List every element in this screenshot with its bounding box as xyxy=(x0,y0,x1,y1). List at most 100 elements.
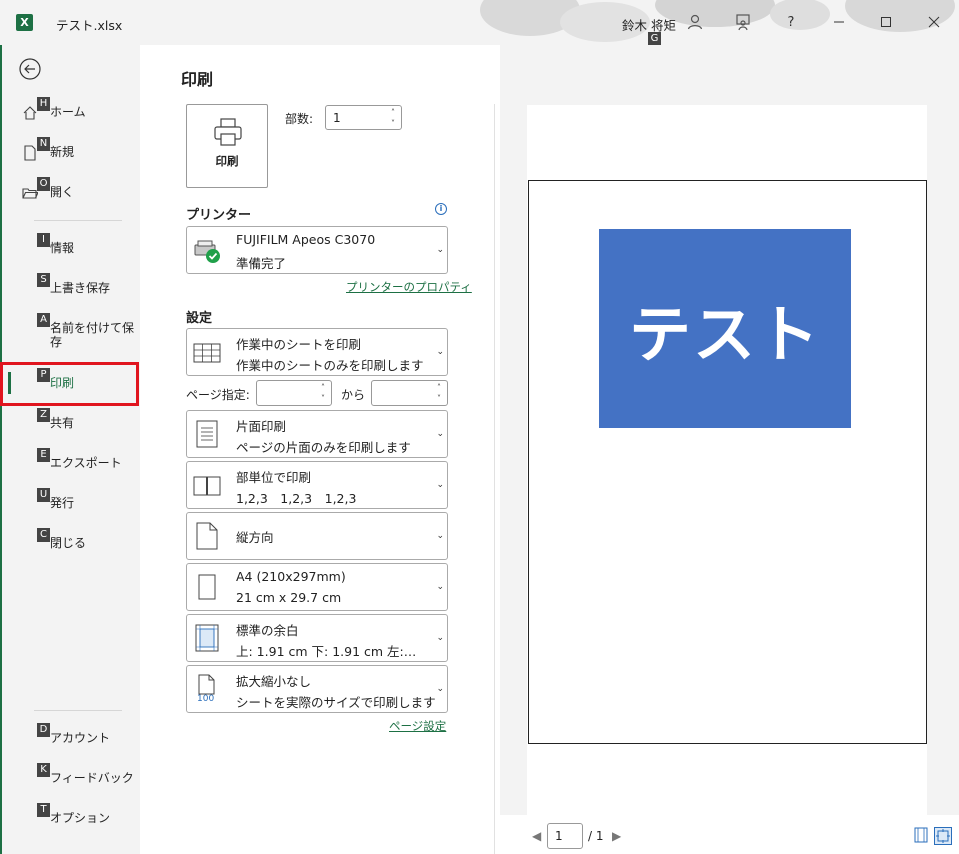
pages-to-label: から xyxy=(341,388,366,402)
collated-pages-icon xyxy=(193,476,221,496)
sidebar-item-label: 上書き保存 xyxy=(50,281,111,295)
collation-dropdown[interactable]: 部単位で印刷 1,2,3 1,2,3 1,2,3 ⌄ xyxy=(186,461,448,509)
zoom-to-page-icon[interactable] xyxy=(934,827,952,845)
scaling-title: 拡大縮小なし xyxy=(236,674,312,689)
sidebar-item-feedback[interactable]: K フィードバック xyxy=(6,759,140,795)
sidebar-item-label: 開く xyxy=(50,185,75,199)
paper-size-icon xyxy=(198,574,216,600)
sidebar-item-label: オプション xyxy=(50,811,111,825)
avatar-icon[interactable] xyxy=(683,10,707,34)
sidebar-item-home[interactable]: H ホーム xyxy=(6,93,140,129)
spin-arrows-icon[interactable]: ˄ ˅ xyxy=(434,382,444,404)
keytip: U xyxy=(37,488,50,502)
sidebar-item-open[interactable]: O 開く xyxy=(6,173,140,209)
one-sided-page-icon xyxy=(196,420,218,448)
collation-title: 部単位で印刷 xyxy=(236,470,312,485)
keytip: K xyxy=(37,763,50,777)
minimize-icon[interactable] xyxy=(827,10,851,34)
sidebar-item-label: 共有 xyxy=(50,416,75,430)
info-icon[interactable]: i xyxy=(435,203,447,215)
show-margins-icon[interactable] xyxy=(913,827,931,845)
title-bar: X テスト.xlsx 鈴木 将矩 G ? xyxy=(0,0,959,46)
copies-value: 1 xyxy=(333,111,341,125)
sides-title: 片面印刷 xyxy=(236,419,287,434)
printer-icon xyxy=(214,118,242,146)
keytip: O xyxy=(37,177,50,191)
sidebar-item-info[interactable]: I 情報 xyxy=(6,229,140,265)
sides-dropdown[interactable]: 片面印刷 ページの片面のみを印刷します ⌄ xyxy=(186,410,448,458)
chevron-down-icon: ⌄ xyxy=(436,480,444,490)
print-button[interactable]: 印刷 xyxy=(186,104,268,188)
chevron-down-icon: ⌄ xyxy=(436,633,444,643)
close-icon[interactable] xyxy=(922,10,946,34)
keytip: T xyxy=(37,803,50,817)
keytip: C xyxy=(37,528,50,542)
page-setup-link[interactable]: ページ設定 xyxy=(389,718,446,734)
page-title: 印刷 xyxy=(181,70,214,89)
printer-ready-icon xyxy=(194,240,220,263)
sidebar-item-save-as[interactable]: A 名前を付けて保存 xyxy=(6,309,140,353)
margins-icon xyxy=(195,624,219,652)
print-what-title: 作業中のシートを印刷 xyxy=(236,337,362,352)
excel-icon: X xyxy=(16,14,33,31)
orientation-dropdown[interactable]: 縦方向 ⌄ xyxy=(186,512,448,560)
sidebar-item-save[interactable]: S 上書き保存 xyxy=(6,269,140,305)
keytip: E xyxy=(37,448,50,462)
sidebar-item-label: 情報 xyxy=(50,241,75,255)
back-arrow-icon[interactable] xyxy=(18,57,42,81)
sidebar-item-close[interactable]: C 閉じる xyxy=(6,524,140,560)
print-what-desc: 作業中のシートのみを印刷します xyxy=(236,358,424,373)
active-item-highlight xyxy=(0,362,139,406)
preview-shape: テスト xyxy=(599,229,851,428)
sheet-grid-icon xyxy=(193,343,221,363)
keytip: D xyxy=(37,723,50,737)
help-button[interactable]: ? xyxy=(779,10,803,34)
sidebar-item-label: エクスポート xyxy=(50,456,122,470)
feedback-icon[interactable] xyxy=(731,10,755,34)
current-page-input[interactable]: 1 xyxy=(547,823,583,849)
scaling-percent-label: 100 xyxy=(197,694,215,704)
spin-arrows-icon[interactable]: ˄ ˅ xyxy=(318,382,328,404)
pages-to-input[interactable]: ˄ ˅ xyxy=(371,380,448,406)
paper-size-desc: 21 cm x 29.7 cm xyxy=(236,590,342,605)
sidebar-item-new[interactable]: N 新規 xyxy=(6,133,140,169)
spin-arrows-icon[interactable]: ˄ ˅ xyxy=(388,107,398,129)
scaling-dropdown[interactable]: 100 拡大縮小なし シートを実際のサイズで印刷します ⌄ xyxy=(186,665,448,713)
keytip: Z xyxy=(37,408,50,422)
sidebar-item-account[interactable]: D アカウント xyxy=(6,719,140,755)
paper-size-dropdown[interactable]: A4 (210x297mm) 21 cm x 29.7 cm ⌄ xyxy=(186,563,448,611)
sidebar-divider xyxy=(34,710,122,711)
scaling-desc: シートを実際のサイズで印刷します xyxy=(236,695,436,710)
sidebar-item-export[interactable]: E エクスポート xyxy=(6,444,140,480)
margins-dropdown[interactable]: 標準の余白 上: 1.91 cm 下: 1.91 cm 左:… ⌄ xyxy=(186,614,448,662)
previous-page-icon[interactable]: ◀ xyxy=(532,829,541,843)
printer-properties-link[interactable]: プリンターのプロパティ xyxy=(346,279,472,295)
printer-status: 準備完了 xyxy=(236,256,287,271)
portrait-page-icon xyxy=(196,522,218,550)
total-pages: / 1 xyxy=(588,829,604,843)
chevron-down-icon: ⌄ xyxy=(436,245,444,255)
maximize-icon[interactable] xyxy=(874,10,898,34)
sidebar-item-options[interactable]: T オプション xyxy=(6,799,140,835)
home-icon xyxy=(23,106,37,120)
copies-stepper[interactable]: 1 ˄ ˅ xyxy=(325,105,402,130)
open-folder-icon xyxy=(22,188,38,199)
chevron-down-icon: ⌄ xyxy=(436,429,444,439)
keytip: H xyxy=(37,97,50,111)
margins-desc: 上: 1.91 cm 下: 1.91 cm 左:… xyxy=(236,644,417,659)
sidebar-item-share[interactable]: Z 共有 xyxy=(6,404,140,440)
printer-section-title: プリンター xyxy=(186,208,252,223)
print-button-label: 印刷 xyxy=(215,154,239,168)
next-page-icon[interactable]: ▶ xyxy=(612,829,621,843)
copies-label: 部数: xyxy=(285,112,314,126)
paper-size-title: A4 (210x297mm) xyxy=(236,569,346,584)
sidebar-item-publish[interactable]: U 発行 xyxy=(6,484,140,520)
chevron-down-icon: ⌄ xyxy=(436,347,444,357)
sidebar-item-label: 新規 xyxy=(50,145,75,159)
pages-from-input[interactable]: ˄ ˅ xyxy=(256,380,332,406)
printer-dropdown[interactable]: FUJIFILM Apeos C3070 準備完了 ⌄ xyxy=(186,226,448,274)
keytip-account: G xyxy=(648,32,661,46)
print-what-dropdown[interactable]: 作業中のシートを印刷 作業中のシートのみを印刷します ⌄ xyxy=(186,328,448,376)
chevron-down-icon: ⌄ xyxy=(436,531,444,541)
sidebar-item-label: アカウント xyxy=(50,731,111,745)
